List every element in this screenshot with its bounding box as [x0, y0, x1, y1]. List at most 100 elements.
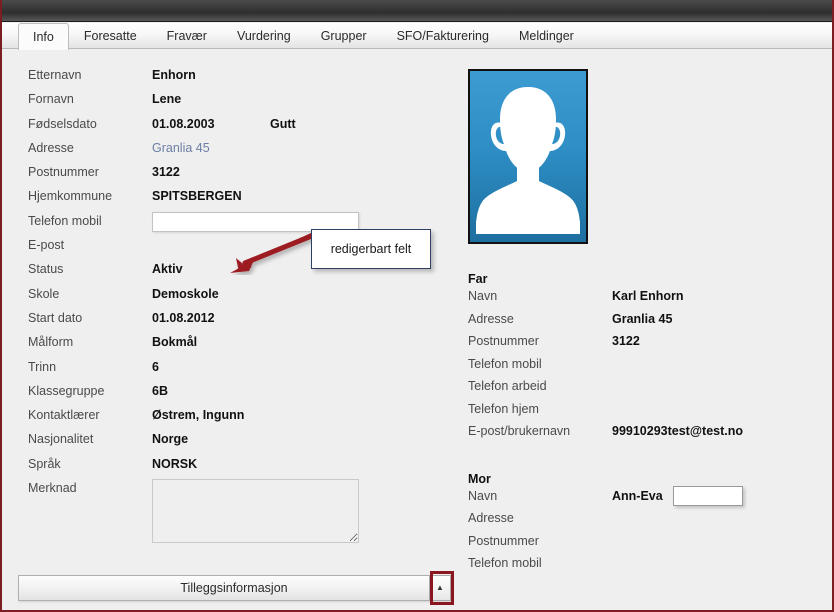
field-value: 6B [152, 383, 168, 398]
guardian-field-row: Adresse [468, 511, 818, 534]
field-value-link[interactable]: Granlia 45 [152, 141, 210, 155]
student-field-row: Skole Demoskole [28, 287, 428, 311]
tab-label: Grupper [320, 29, 367, 43]
tab-foresatte[interactable]: Foresatte [69, 23, 152, 49]
guardian-field-label: Telefon mobil [468, 556, 542, 570]
guardian-field-label: Telefon arbeid [468, 379, 547, 393]
tab-label: Fravær [166, 29, 207, 43]
guardian-field-row: Postnummer [468, 534, 818, 557]
field-label: E-post [28, 238, 65, 253]
field-label: Skole [28, 286, 60, 301]
field-label: Postnummer [28, 165, 99, 180]
student-field-row: Postnummer 3122 [28, 165, 428, 189]
field-label: Fødselsdato [28, 116, 97, 131]
tab-sfo-fakturering[interactable]: SFO/Fakturering [382, 23, 504, 49]
guardian-group-spacer [468, 447, 818, 472]
student-field-row: Adresse Granlia 45 [28, 141, 428, 165]
field-label: Trinn [28, 359, 57, 374]
tab-grupper[interactable]: Grupper [306, 23, 382, 49]
guardian-field-label: Adresse [468, 511, 514, 525]
student-field-row: Start dato 01.08.2012 [28, 311, 428, 335]
additional-info-accordion[interactable]: Tilleggsinformasjon ▲ [18, 575, 451, 601]
guardian-field-label: Navn [468, 289, 498, 303]
field-label: Kontaktlærer [28, 408, 100, 423]
field-value: Norge [152, 432, 189, 447]
student-field-list: Etternavn Enhorn Fornavn Lene Fødselsdato 01.… [28, 68, 428, 551]
guardian-field-value: Karl Enhorn [612, 289, 684, 303]
field-label: Språk [28, 456, 61, 471]
gender-value: Gutt [270, 116, 296, 131]
mother-group-title: Mor [468, 471, 491, 486]
guardian-field-label: Postnummer [468, 334, 539, 348]
field-label: Klassegruppe [28, 383, 105, 398]
field-label: Status [28, 262, 64, 277]
annotation-callout-text: redigerbart felt [330, 242, 412, 256]
guardian-field-value: 3122 [612, 334, 640, 348]
field-value: Enhorn [152, 68, 196, 82]
tab-bar: Info Foresatte Fravær Vurdering Grupper SFO/F… [2, 23, 589, 50]
student-field-row: Målform Bokmål [28, 335, 428, 359]
guardian-field-row: Telefon mobil [468, 556, 818, 579]
guardian-field-label: Navn [468, 488, 498, 503]
guardian-field-value: Granlia 45 [612, 311, 673, 326]
guardian-field-row: Postnummer 3122 [468, 334, 818, 357]
guardian-field-value: 99910293test@test.no [612, 424, 744, 438]
guardian-field-label: Telefon hjem [468, 401, 539, 416]
student-field-row: Etternavn Enhorn [28, 68, 428, 92]
guardian-field-label: E-post/brukernavn [468, 424, 571, 438]
field-value: Bokmål [152, 335, 198, 350]
field-label: Adresse [28, 140, 74, 155]
field-label: Telefon mobil [28, 213, 102, 228]
person-silhouette-icon [476, 87, 580, 234]
student-field-row: Klassegruppe 6B [28, 384, 428, 408]
guardian-field-value: Ann-Eva [612, 488, 663, 503]
field-label: Merknad [28, 481, 77, 496]
tab-label: Vurdering [236, 29, 291, 43]
tab-label: Meldinger [518, 29, 574, 43]
tab-info[interactable]: Info [18, 23, 69, 50]
guardian-field-row: Telefon hjem [468, 402, 818, 425]
student-field-row: Språk NORSK [28, 457, 428, 481]
mother-name-input[interactable] [673, 485, 743, 506]
student-photo [468, 69, 588, 244]
tab-label: SFO/Fakturering [396, 29, 489, 43]
field-label: Målform [28, 335, 74, 350]
student-field-row: Fødselsdato 01.08.2003 Gutt [28, 117, 428, 141]
student-field-row: Fornavn Lene [28, 92, 428, 116]
accordion-button-highlight [430, 571, 454, 605]
student-field-row: Hjemkommune SPITSBERGEN [28, 189, 428, 213]
window-titlebar [2, 0, 832, 22]
guardian-field-label: Telefon mobil [468, 356, 542, 371]
application-window: Info Foresatte Fravær Vurdering Grupper SFO/F… [0, 0, 834, 612]
student-field-row: Kontaktlærer Østrem, Ingunn [28, 408, 428, 432]
tab-meldinger[interactable]: Meldinger [504, 23, 589, 49]
father-group-title: Far [468, 272, 488, 286]
field-value: SPITSBERGEN [152, 189, 242, 204]
guardian-field-row: Telefon mobil [468, 357, 818, 380]
field-label: Nasjonalitet [28, 432, 94, 447]
guardian-field-label: Postnummer [468, 533, 539, 548]
student-field-row: Trinn 6 [28, 360, 428, 384]
guardian-field-row: Navn Ann-Eva [468, 485, 818, 512]
field-label: Etternavn [28, 68, 82, 82]
tab-vurdering[interactable]: Vurdering [222, 23, 306, 49]
tab-frav-r[interactable]: Fravær [152, 23, 222, 49]
field-value: Lene [152, 92, 182, 107]
field-value: 01.08.2012 [152, 310, 215, 325]
annotation-callout: redigerbart felt [311, 229, 431, 269]
field-value: 01.08.2003 [152, 116, 215, 131]
field-value: Demoskole [152, 286, 219, 301]
field-label: Hjemkommune [28, 189, 113, 204]
merknad-textarea[interactable] [152, 479, 359, 544]
guardian-section: Far Navn Karl Enhorn Adresse Granlia 45 Postn… [468, 272, 818, 579]
guardian-field-label: Adresse [468, 311, 514, 326]
tab-label: Foresatte [83, 29, 137, 43]
field-value: 6 [152, 359, 159, 374]
guardian-field-row: Navn Karl Enhorn [468, 289, 818, 312]
field-value: 3122 [152, 165, 180, 180]
field-value: Østrem, Ingunn [152, 408, 245, 423]
field-value: Aktiv [152, 262, 183, 277]
guardian-field-row: Adresse Granlia 45 [468, 312, 818, 335]
student-field-row: Merknad [28, 479, 428, 551]
guardian-field-row: E-post/brukernavn 99910293test@test.no [468, 424, 818, 447]
